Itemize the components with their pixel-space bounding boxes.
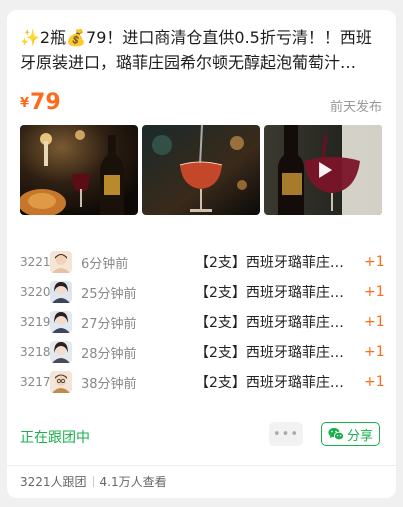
group-buy-card[interactable]: ✨2瓶💰79！进口商清仓直供0.5折亏清！！西班牙原装进口，璐菲庄园希尔顿无醇起… bbox=[7, 10, 396, 498]
play-icon[interactable] bbox=[319, 162, 333, 178]
order-time: 6分钟前 bbox=[81, 256, 129, 272]
order-list: 3221 6分钟前 【2支】西班牙璐菲庄园希尔顿无醇起泡葡萄汁 +1 3220 … bbox=[20, 247, 385, 397]
stats-separator bbox=[92, 476, 94, 487]
avatar[interactable] bbox=[50, 281, 72, 303]
price-row: ¥79 前天发布 bbox=[20, 90, 382, 118]
order-row: 3218 28分钟前 【2支】西班牙璐菲庄园希尔顿无醇起泡葡萄汁 +1 bbox=[20, 337, 385, 367]
order-qty: +1 bbox=[364, 284, 385, 300]
price: ¥79 bbox=[20, 90, 61, 115]
order-row: 3219 27分钟前 【2支】西班牙璐菲庄园希尔顿无醇起泡葡萄汁 +1 bbox=[20, 307, 385, 337]
avatar[interactable] bbox=[50, 251, 72, 273]
order-number: 3217 bbox=[20, 375, 51, 389]
following-status-link[interactable]: 正在跟团中 bbox=[20, 427, 90, 447]
divider bbox=[7, 465, 396, 466]
share-label: 分享 bbox=[346, 428, 373, 444]
order-time: 38分钟前 bbox=[81, 376, 137, 392]
order-number: 3219 bbox=[20, 315, 51, 329]
avatar[interactable] bbox=[50, 311, 72, 333]
avatar[interactable] bbox=[50, 371, 72, 393]
order-row: 3221 6分钟前 【2支】西班牙璐菲庄园希尔顿无醇起泡葡萄汁 +1 bbox=[20, 247, 385, 277]
order-qty: +1 bbox=[364, 254, 385, 270]
order-product: 【2支】西班牙璐菲庄园希尔顿无醇起泡葡萄汁 bbox=[195, 345, 354, 361]
product-video-3[interactable] bbox=[264, 125, 382, 215]
order-row: 3220 25分钟前 【2支】西班牙璐菲庄园希尔顿无醇起泡葡萄汁 +1 bbox=[20, 277, 385, 307]
wine-glass-photo bbox=[142, 125, 260, 215]
order-product: 【2支】西班牙璐菲庄园希尔顿无醇起泡葡萄汁 bbox=[195, 255, 354, 271]
views-count: 4.1万人查看 bbox=[99, 475, 167, 489]
order-time: 27分钟前 bbox=[81, 316, 137, 332]
post-title[interactable]: ✨2瓶💰79！进口商清仓直供0.5折亏清！！西班牙原装进口，璐菲庄园希尔顿无醇起… bbox=[20, 25, 380, 75]
more-button[interactable]: ••• bbox=[269, 422, 303, 446]
order-product: 【2支】西班牙璐菲庄园希尔顿无醇起泡葡萄汁 bbox=[195, 315, 354, 331]
order-number: 3218 bbox=[20, 345, 51, 359]
order-qty: +1 bbox=[364, 314, 385, 330]
action-bar: 正在跟团中 ••• 分享 bbox=[20, 422, 382, 448]
order-row: 3217 38分钟前 【2支】西班牙璐菲庄园希尔顿无醇起泡葡萄汁 +1 bbox=[20, 367, 385, 397]
avatar[interactable] bbox=[50, 341, 72, 363]
order-time: 25分钟前 bbox=[81, 286, 137, 302]
order-qty: +1 bbox=[364, 344, 385, 360]
price-currency: ¥ bbox=[20, 96, 30, 111]
order-product: 【2支】西班牙璐菲庄园希尔顿无醇起泡葡萄汁 bbox=[195, 375, 354, 391]
order-time: 28分钟前 bbox=[81, 346, 137, 362]
product-image-1[interactable] bbox=[20, 125, 138, 215]
stats-bar: 3221人跟团 4.1万人查看 bbox=[20, 473, 167, 490]
image-gallery bbox=[20, 125, 382, 215]
share-button[interactable]: 分享 bbox=[321, 422, 380, 446]
product-image-2[interactable] bbox=[142, 125, 260, 215]
order-number: 3220 bbox=[20, 285, 51, 299]
order-product: 【2支】西班牙璐菲庄园希尔顿无醇起泡葡萄汁 bbox=[195, 285, 354, 301]
order-number: 3221 bbox=[20, 255, 51, 269]
order-qty: +1 bbox=[364, 374, 385, 390]
published-time: 前天发布 bbox=[329, 100, 382, 115]
wine-bottle-photo bbox=[20, 125, 138, 215]
more-icon: ••• bbox=[272, 426, 299, 442]
wechat-icon bbox=[328, 427, 344, 441]
participants-count: 3221人跟团 bbox=[20, 475, 87, 489]
price-value: 79 bbox=[30, 90, 61, 115]
